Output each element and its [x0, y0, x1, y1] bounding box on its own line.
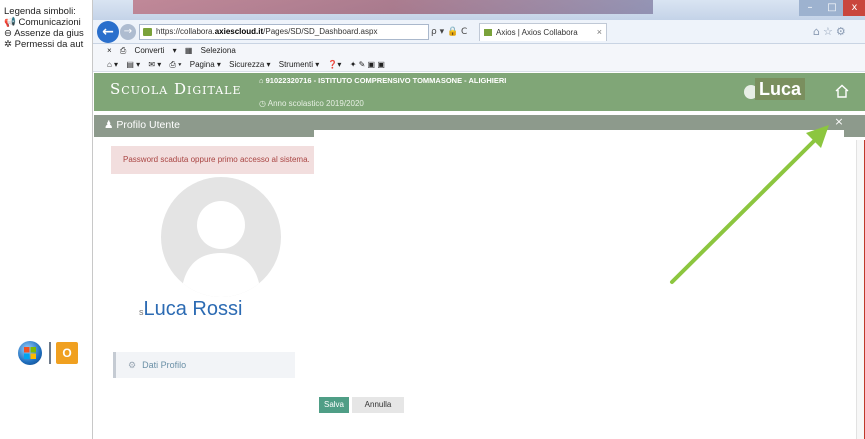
- command-bar: ⌂ ▾ ▤ ▾ ✉ ▾ ⎙ ▾ Pagina ▾ Sicurezza ▾ Str…: [93, 58, 865, 72]
- forward-button[interactable]: →: [120, 24, 136, 40]
- help-icon[interactable]: ❓▾: [327, 60, 341, 69]
- right-scrollbar[interactable]: [856, 140, 865, 439]
- user-icon: ♟: [104, 119, 114, 131]
- title-bar-highlight: [133, 0, 653, 14]
- school-year: ◷ Anno scolastico 2019/2020: [259, 99, 364, 108]
- browser-window: – □ x ← → https://collabora.axiescloud.i…: [92, 0, 865, 439]
- tab-close-icon[interactable]: ×: [597, 24, 602, 41]
- address-bar[interactable]: https://collabora.axiescloud.it/Pages/SD…: [139, 24, 429, 40]
- school-home-icon: ⌂: [259, 76, 264, 85]
- profile-avatar: [161, 177, 281, 297]
- arrow-left-icon: ←: [102, 24, 114, 40]
- app-header: Scuola Digitale ⌂ 91022320716 - ISTITUTO…: [94, 73, 865, 111]
- title-bar: – □ x: [93, 0, 865, 20]
- mail-icon[interactable]: ✉ ▾: [148, 60, 161, 69]
- panel-close-button[interactable]: ×: [832, 115, 846, 129]
- windows-start-button[interactable]: [18, 341, 42, 365]
- minimize-button[interactable]: –: [799, 0, 821, 16]
- gear-icon[interactable]: ⚙: [836, 25, 849, 38]
- clock-icon: ◷: [259, 99, 266, 108]
- tab-favicon-icon: [484, 29, 492, 36]
- converti-icon: ⎙: [119, 46, 127, 55]
- strumenti-menu[interactable]: Strumenti ▾: [279, 60, 319, 69]
- windows-logo-icon: [24, 347, 36, 359]
- back-button[interactable]: ←: [97, 21, 119, 43]
- maximize-button[interactable]: □: [821, 0, 843, 16]
- browser-toolbar-icons[interactable]: ⌂☆⚙: [813, 25, 849, 38]
- panel-title: ♟ Profilo Utente: [104, 119, 180, 131]
- seleziona-button[interactable]: ▦ Seleziona: [185, 46, 242, 55]
- profile-name: sLuca Rossi: [139, 298, 243, 320]
- converti-button[interactable]: ⎙ Converti ▾: [120, 46, 177, 55]
- close-bar-icon[interactable]: ×: [107, 46, 112, 55]
- tab-axios-collabora[interactable]: Axios | Axios Collabora ×: [479, 23, 607, 41]
- taskbar-separator: [49, 342, 51, 364]
- screen: Legenda simboli: 📢 Comunicazioni ⊖ Assen…: [0, 0, 865, 439]
- site-favicon-icon: [143, 28, 152, 36]
- seleziona-icon: ▦: [184, 46, 193, 55]
- address-tools[interactable]: ρ ▾ 🔒 C: [431, 24, 477, 40]
- home-icon[interactable]: [834, 83, 850, 99]
- menu-item-dati-profilo[interactable]: ⚙ Dati Profilo: [113, 352, 295, 378]
- paw-icon: ✲: [4, 39, 12, 50]
- print-icon[interactable]: ⎙ ▾: [170, 60, 182, 69]
- star-icon[interactable]: ☆: [823, 25, 836, 38]
- legend-item-comunicazioni: 📢 Comunicazioni: [4, 17, 81, 28]
- addon-icons[interactable]: ✦ ✎ ▣ ▣: [350, 60, 385, 69]
- address-row: ← → https://collabora.axiescloud.it/Page…: [93, 20, 865, 44]
- modal-dialog: [314, 130, 844, 398]
- minus-circle-icon: ⊖: [4, 28, 12, 39]
- close-window-button[interactable]: x: [843, 0, 865, 16]
- save-button[interactable]: Salva: [319, 397, 349, 413]
- legend: Legenda simboli: 📢 Comunicazioni ⊖ Assen…: [4, 6, 84, 50]
- megaphone-icon: 📢: [4, 17, 16, 28]
- sicurezza-menu[interactable]: Sicurezza ▾: [229, 60, 270, 69]
- favorites-bar: × ⎙ Converti ▾ ▦ Seleziona: [93, 44, 865, 58]
- arrow-right-icon: →: [123, 26, 133, 37]
- legend-item-assenze: ⊖ Assenze da gius: [4, 28, 84, 39]
- user-name[interactable]: Luca: [755, 78, 806, 100]
- brand-logo[interactable]: Scuola Digitale: [110, 80, 242, 98]
- legend-title: Legenda simboli:: [4, 6, 76, 17]
- user-silhouette-icon: [181, 201, 261, 297]
- home-command-icon[interactable]: ⌂ ▾: [107, 60, 118, 69]
- school-name: ⌂ 91022320716 - ISTITUTO COMPRENSIVO TOM…: [259, 76, 507, 85]
- password-alert: Password scaduta oppure primo accesso al…: [111, 146, 317, 174]
- home-icon[interactable]: ⌂: [813, 25, 823, 38]
- gear-icon: ⚙: [128, 360, 137, 370]
- legend-item-permessi: ✲ Permessi da aut: [4, 39, 84, 50]
- pagina-menu[interactable]: Pagina ▾: [190, 60, 221, 69]
- feeds-icon[interactable]: ▤ ▾: [126, 60, 140, 69]
- cancel-button[interactable]: Annulla: [352, 397, 404, 413]
- outlook-taskbar-button[interactable]: O: [56, 342, 78, 364]
